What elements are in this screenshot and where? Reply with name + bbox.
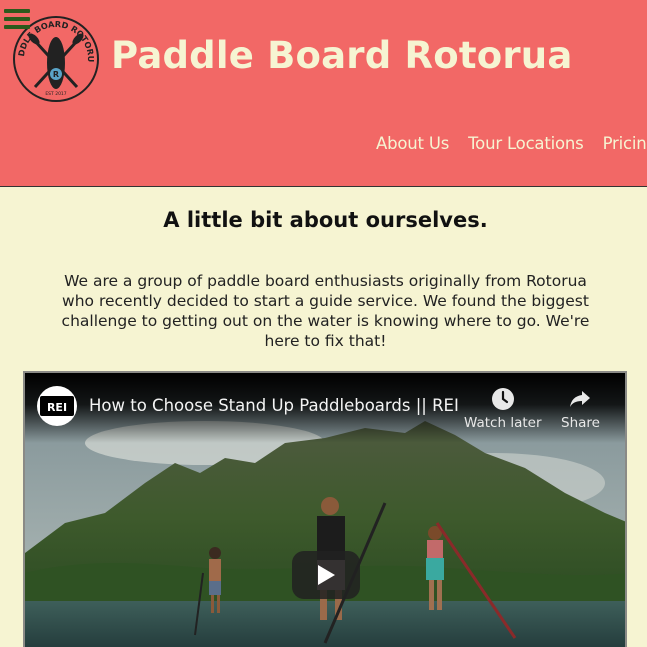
watch-later-label: Watch later — [464, 415, 542, 431]
nav-link-about-us[interactable]: About Us — [376, 134, 449, 153]
share-arrow-icon — [570, 391, 591, 407]
hamburger-menu-icon[interactable] — [4, 9, 30, 33]
svg-text:REI: REI — [47, 401, 67, 414]
nav-link-tour-locations[interactable]: Tour Locations — [468, 134, 584, 153]
video-embed[interactable]: REI How to Choose Stand Up Paddleboards … — [23, 371, 627, 647]
rei-logo-icon: REI — [40, 396, 74, 416]
site-header: PADDLE BOARD ROTORUA R EST 2017 Paddle B… — [0, 0, 647, 187]
intro-paragraph: We are a group of paddle board enthusias… — [61, 272, 590, 350]
logo-badge-letter: R — [53, 70, 59, 79]
main-nav: About Us Tour Locations Pricing — [376, 134, 647, 153]
play-icon — [318, 565, 335, 585]
nav-link-pricing[interactable]: Pricing — [603, 134, 647, 153]
clock-icon — [491, 388, 514, 410]
section-heading: A little bit about ourselves. — [163, 208, 488, 232]
video-title[interactable]: How to Choose Stand Up Paddleboards || R… — [89, 396, 459, 415]
site-title: Paddle Board Rotorua — [111, 34, 573, 77]
play-button[interactable] — [292, 551, 360, 599]
channel-avatar-rei-logo[interactable]: REI — [37, 386, 77, 426]
share-label: Share — [561, 415, 600, 431]
share-button[interactable]: Share — [561, 387, 600, 431]
watch-later-button[interactable]: Watch later — [464, 387, 542, 431]
logo-est-text: EST 2017 — [45, 91, 66, 97]
